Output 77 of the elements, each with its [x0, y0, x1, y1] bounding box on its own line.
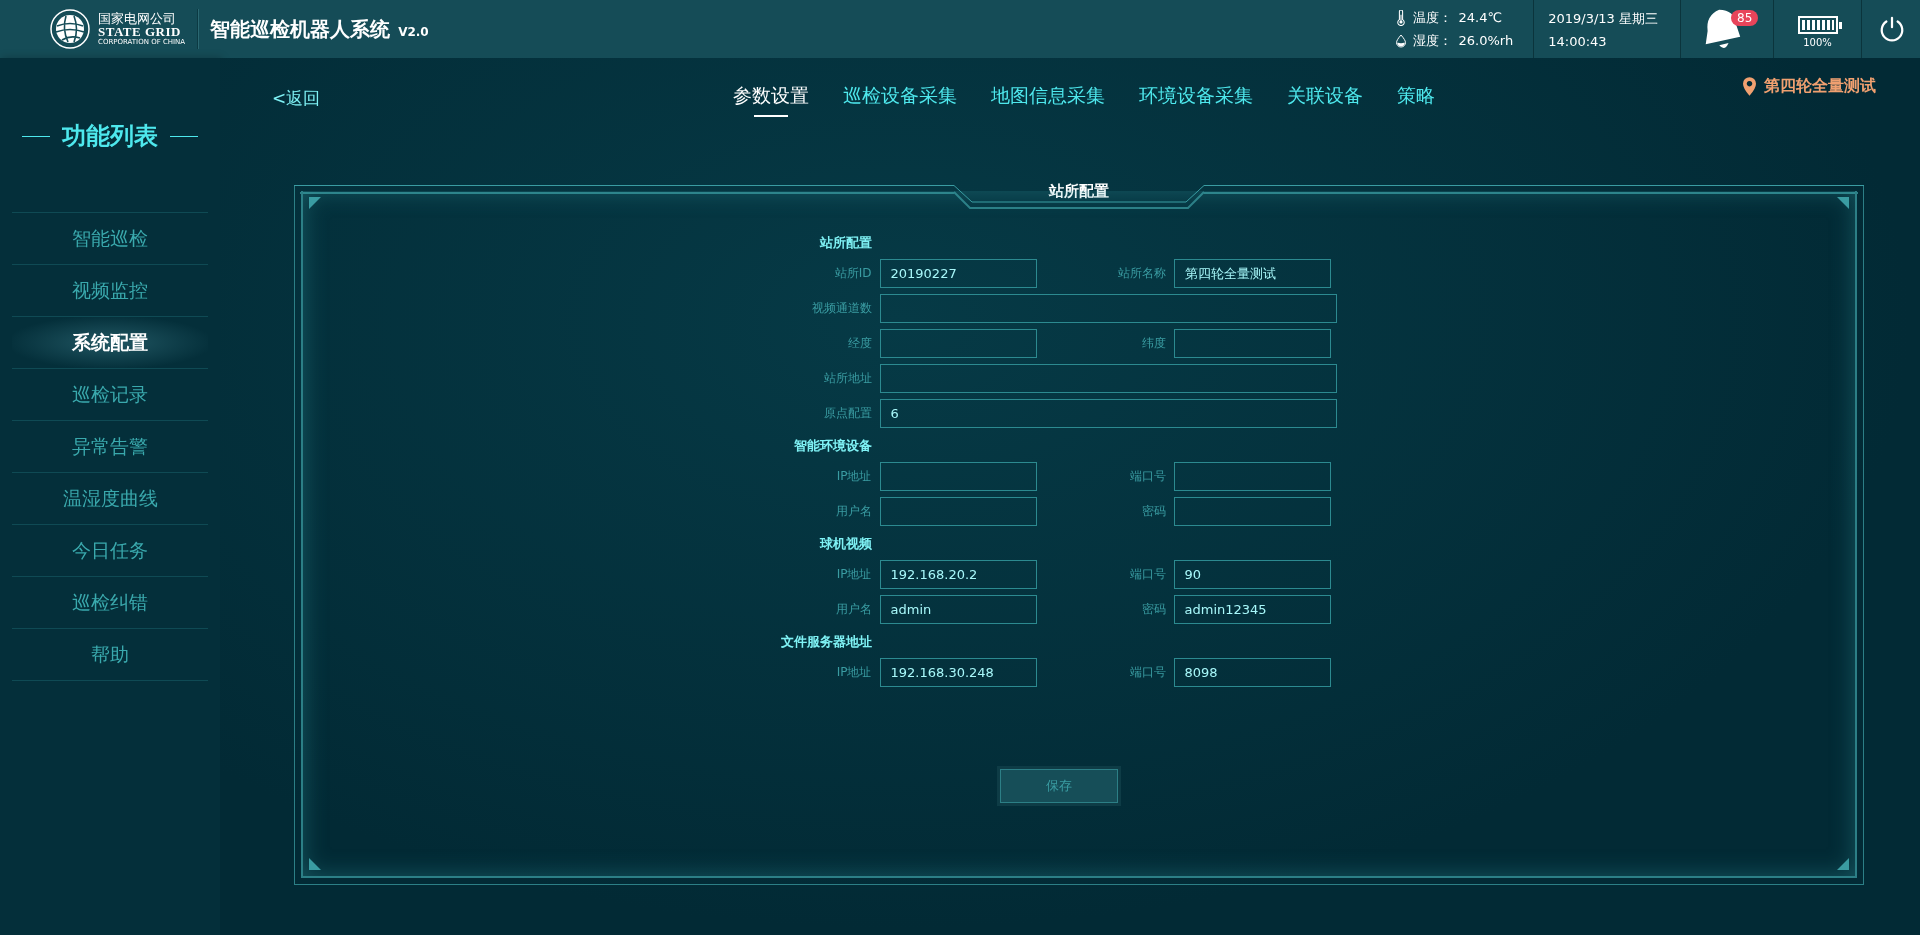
sidebar-item[interactable]: 温湿度曲线 [12, 472, 208, 524]
sidebar-item[interactable]: 视频监控 [12, 264, 208, 316]
power-icon[interactable] [1878, 15, 1906, 43]
text-field[interactable]: 192.168.20.2 [879, 560, 1037, 589]
field-label: 密码 [1140, 601, 1166, 618]
field-label: 视频通道数 [810, 300, 872, 317]
text-field[interactable]: 第四轮全量测试 [1173, 259, 1331, 288]
field-label: IP地址 [835, 468, 872, 485]
text-field[interactable]: 192.168.30.248 [879, 658, 1037, 687]
field-label: 站所名称 [1116, 265, 1166, 282]
text-field[interactable]: 8098 [1173, 658, 1331, 687]
company-name-english: STATE GRID [98, 25, 181, 39]
back-link[interactable]: <返回 [272, 86, 321, 110]
field-label: 端口号 [1128, 664, 1166, 681]
text-field[interactable] [1173, 462, 1331, 491]
field-label: IP地址 [835, 566, 872, 583]
alert-count-badge: 85 [1731, 10, 1759, 26]
battery-percent: 100% [1803, 37, 1832, 48]
sidebar-item[interactable]: 巡检纠错 [12, 576, 208, 628]
location-label: 第四轮全量测试 [1764, 76, 1876, 97]
sidebar-item[interactable]: 系统配置 [12, 316, 208, 368]
temperature-value: 24.4℃ [1458, 10, 1503, 25]
text-field[interactable]: 6 [879, 399, 1337, 428]
field-label: 端口号 [1128, 566, 1166, 583]
tab[interactable]: 策略 [1397, 77, 1435, 119]
field-label: 用户名 [834, 601, 872, 618]
field-label: IP地址 [835, 664, 872, 681]
section-heading: 球机视频 [819, 536, 872, 551]
app-title: 智能巡检机器人系统 [210, 15, 391, 43]
humidity-label: 湿度： [1412, 31, 1453, 50]
text-field[interactable]: admin12345 [1173, 595, 1331, 624]
section-heading: 智能环境设备 [793, 438, 872, 453]
text-field[interactable] [879, 294, 1337, 323]
field-label: 用户名 [834, 503, 872, 520]
tab[interactable]: 巡检设备采集 [843, 77, 957, 119]
humidity-value: 26.0%rh [1458, 33, 1514, 48]
field-label: 经度 [846, 335, 872, 352]
text-field[interactable] [879, 497, 1037, 526]
field-label: 站所ID [833, 265, 872, 282]
text-field[interactable] [1173, 329, 1331, 358]
sidebar-item[interactable]: 智能巡检 [12, 212, 208, 264]
text-field[interactable] [879, 364, 1337, 393]
text-field[interactable] [1173, 497, 1331, 526]
sidebar-item[interactable]: 异常告警 [12, 420, 208, 472]
field-label: 站所地址 [822, 370, 872, 387]
version-label: V2.0 [398, 24, 429, 39]
globe-logo-icon [50, 9, 90, 49]
date-label: 2019/3/13 星期三 [1548, 9, 1658, 28]
corner-mark-icon [309, 197, 321, 209]
sidebar-title: 功能列表 [62, 121, 158, 152]
location-pin-icon [1743, 77, 1756, 96]
sidebar-item[interactable]: 今日任务 [12, 524, 208, 576]
field-label: 密码 [1140, 503, 1166, 520]
text-field[interactable] [879, 329, 1037, 358]
text-field[interactable]: 20190227 [879, 259, 1037, 288]
tab[interactable]: 地图信息采集 [991, 77, 1105, 119]
text-field[interactable] [879, 462, 1037, 491]
thermometer-icon [1394, 9, 1407, 26]
field-label: 原点配置 [822, 405, 872, 422]
panel-title: 站所配置 [1049, 182, 1109, 201]
section-heading: 站所配置 [819, 235, 872, 250]
corner-mark-icon [1837, 858, 1849, 870]
company-name: 国家电网公司 [98, 11, 177, 26]
text-field[interactable]: admin [879, 595, 1037, 624]
water-drop-icon [1394, 32, 1407, 49]
time-label: 14:00:43 [1548, 33, 1608, 49]
section-heading: 文件服务器地址 [780, 634, 872, 649]
field-label: 端口号 [1128, 468, 1166, 485]
sidebar-item[interactable]: 巡检记录 [12, 368, 208, 420]
temperature-label: 温度： [1412, 8, 1453, 27]
corner-mark-icon [309, 858, 321, 870]
field-label: 纬度 [1140, 335, 1166, 352]
tab[interactable]: 环境设备采集 [1139, 77, 1253, 119]
corner-mark-icon [1837, 197, 1849, 209]
text-field[interactable]: 90 [1173, 560, 1331, 589]
tab[interactable]: 关联设备 [1287, 77, 1363, 119]
sidebar-item[interactable]: 帮助 [12, 628, 208, 681]
